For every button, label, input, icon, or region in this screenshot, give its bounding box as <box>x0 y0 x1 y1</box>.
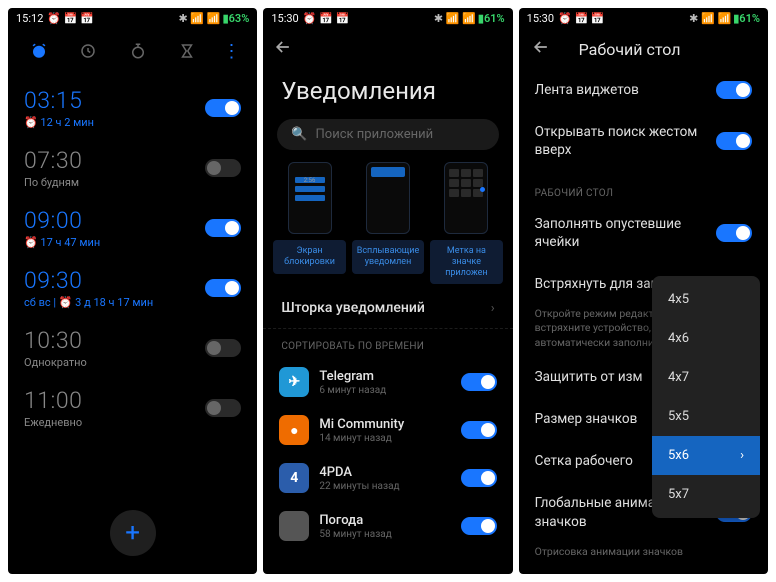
back-button[interactable] <box>273 37 293 61</box>
add-alarm-button[interactable]: + <box>110 510 156 556</box>
app-toggle[interactable] <box>461 469 497 487</box>
alarm-toggle[interactable] <box>205 219 241 237</box>
notification-shade-row[interactable]: Шторка уведомлений › <box>263 284 512 329</box>
toggle-swipe-search[interactable] <box>716 132 752 150</box>
alarm-toggle[interactable] <box>205 339 241 357</box>
preview-thumb <box>366 162 410 234</box>
section-label: Шторка уведомлений <box>281 300 425 316</box>
app-icon <box>279 511 309 541</box>
popup-item[interactable]: 4x5 <box>652 280 760 319</box>
status-bar: 15:30 ⏰ 📅 📅 ✱ 📶 📶▮61% <box>263 8 512 29</box>
app-toggle[interactable] <box>461 421 497 439</box>
alarm-time: 11:00 <box>24 387 82 414</box>
alarm-time: 09:00 <box>24 207 100 234</box>
sort-label: СОРТИРОВАТЬ ПО ВРЕМЕНИ <box>263 329 512 358</box>
status-bar: 15:12 ⏰ 📅 📅 ✱ 📶 📶▮63% <box>8 8 257 29</box>
preview-card[interactable]: Метка на значке приложен <box>430 162 502 284</box>
tab-timer[interactable] <box>173 37 201 65</box>
app-row[interactable]: ✈ Telegram6 минут назад <box>263 358 512 406</box>
app-icon: 4 <box>279 463 309 493</box>
popup-item[interactable]: 4x6 <box>652 319 760 358</box>
app-subtitle: 6 минут назад <box>319 385 450 396</box>
alarm-time: 03:15 <box>24 87 94 114</box>
app-name: Погода <box>319 513 450 528</box>
alarm-toggle[interactable] <box>205 159 241 177</box>
clock-text: 15:12 <box>16 12 43 25</box>
grid-size-popup: 4x54x64x75x55x6›5x7 <box>652 276 760 518</box>
alarm-subtitle: ⏰ 12 ч 2 мин <box>24 116 94 129</box>
app-name: Mi Community <box>319 417 450 432</box>
preview-card[interactable]: 2:56 Экран блокировки <box>273 162 345 284</box>
alarm-subtitle: По будням <box>24 176 82 189</box>
screen-desktop-settings: 15:30 ⏰ 📅 📅 ✱ 📶 📶▮61% Рабочий стол Лента… <box>519 8 768 574</box>
back-button[interactable] <box>531 37 551 61</box>
app-subtitle: 14 минут назад <box>319 433 450 444</box>
tabs: ⋮ <box>8 29 257 79</box>
page-title: Уведомления <box>263 69 512 119</box>
alarm-row[interactable]: 07:30 По будням <box>8 139 257 199</box>
screen-notifications: 15:30 ⏰ 📅 📅 ✱ 📶 📶▮61% Уведомления 🔍 Поис… <box>263 8 512 574</box>
search-input[interactable]: 🔍 Поиск приложений <box>277 119 498 150</box>
clock-text: 15:30 <box>271 12 298 25</box>
chevron-right-icon: › <box>740 448 744 463</box>
alarm-toggle[interactable] <box>205 279 241 297</box>
status-bar: 15:30 ⏰ 📅 📅 ✱ 📶 📶▮61% <box>519 8 768 29</box>
popup-item[interactable]: 4x7 <box>652 358 760 397</box>
alarm-subtitle: Ежедневно <box>24 416 82 429</box>
alarm-row[interactable]: 09:30 сб вс | ⏰ 3 д 18 ч 17 мин <box>8 259 257 319</box>
app-row[interactable]: ● Mi Community14 минут назад <box>263 406 512 454</box>
app-icon: ✈ <box>279 367 309 397</box>
preview-label: Всплывающие уведомлен <box>352 240 424 274</box>
row-swipe-search[interactable]: Открывать поиск жестом вверх <box>519 111 768 171</box>
alarm-row[interactable]: 10:30 Однократно <box>8 319 257 379</box>
tab-stopwatch[interactable] <box>124 37 152 65</box>
alarm-time: 07:30 <box>24 147 82 174</box>
popup-item[interactable]: 5x5 <box>652 397 760 436</box>
preview-label: Экран блокировки <box>273 240 345 274</box>
alarm-row[interactable]: 03:15 ⏰ 12 ч 2 мин <box>8 79 257 139</box>
alarm-row[interactable]: 09:00 ⏰ 17 ч 47 мин <box>8 199 257 259</box>
row-fill-empty[interactable]: Заполнять опустевшие ячейки <box>519 203 768 263</box>
alarm-toggle[interactable] <box>205 99 241 117</box>
app-row[interactable]: 4 4PDA22 минуты назад <box>263 454 512 502</box>
alarm-subtitle: Однократно <box>24 356 87 369</box>
popup-item[interactable]: 5x6› <box>652 436 760 475</box>
alarm-subtitle: ⏰ 17 ч 47 мин <box>24 236 100 249</box>
app-subtitle: 22 минуты назад <box>319 481 450 492</box>
search-icon: 🔍 <box>291 127 307 142</box>
app-name: Telegram <box>319 369 450 384</box>
alarm-subtitle: сб вс | ⏰ 3 д 18 ч 17 мин <box>24 296 153 309</box>
toggle-widgets[interactable] <box>716 81 752 99</box>
tab-alarm[interactable] <box>25 37 53 65</box>
tab-clock[interactable] <box>74 37 102 65</box>
page-title: Рабочий стол <box>579 40 681 59</box>
alarm-row[interactable]: 11:00 Ежедневно <box>8 379 257 439</box>
app-name: 4PDA <box>319 465 450 480</box>
app-icon: ● <box>279 415 309 445</box>
preview-thumb: 2:56 <box>288 162 332 234</box>
search-placeholder: Поиск приложений <box>316 127 434 142</box>
popup-item[interactable]: 5x7 <box>652 475 760 514</box>
app-row[interactable]: Погода58 минут назад <box>263 502 512 550</box>
preview-thumb <box>444 162 488 234</box>
alarm-toggle[interactable] <box>205 399 241 417</box>
screen-alarms: 15:12 ⏰ 📅 📅 ✱ 📶 📶▮63% ⋮ 03:15 ⏰ 12 ч 2 ми… <box>8 8 257 574</box>
section-caption: РАБОЧИЙ СТОЛ <box>519 172 768 203</box>
menu-icon[interactable]: ⋮ <box>223 41 241 62</box>
preview-card[interactable]: Всплывающие уведомлен <box>352 162 424 284</box>
row-widgets[interactable]: Лента виджетов <box>519 69 768 111</box>
alarm-time: 09:30 <box>24 267 153 294</box>
app-toggle[interactable] <box>461 517 497 535</box>
clock-text: 15:30 <box>527 12 554 25</box>
app-subtitle: 58 минут назад <box>319 529 450 540</box>
preview-label: Метка на значке приложен <box>430 240 502 284</box>
chevron-right-icon: › <box>491 301 495 316</box>
app-toggle[interactable] <box>461 373 497 391</box>
alarm-time: 10:30 <box>24 327 87 354</box>
toggle-fill-empty[interactable] <box>716 224 752 242</box>
